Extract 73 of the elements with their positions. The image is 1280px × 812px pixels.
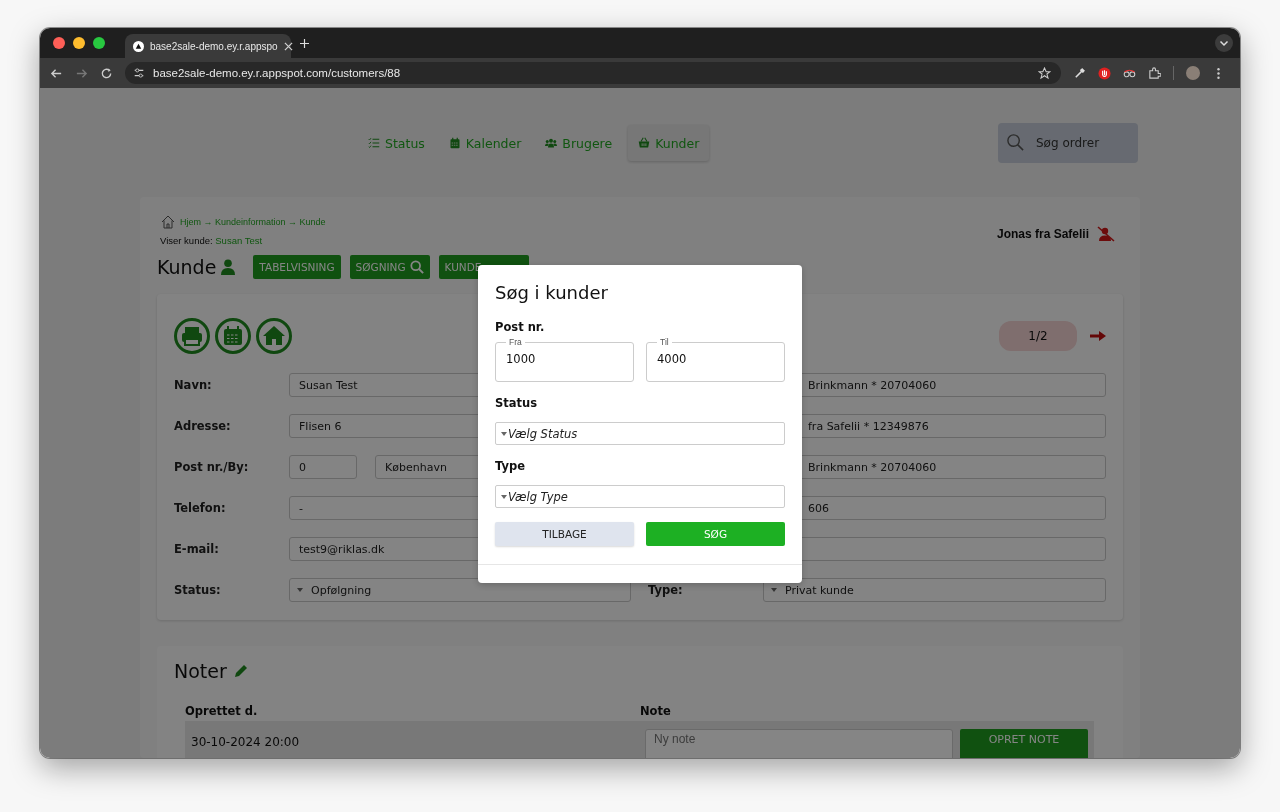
person-icon	[221, 259, 236, 275]
field-label: Post nr.	[495, 320, 546, 336]
postcode-field[interactable]: Til 4000	[646, 337, 785, 382]
order-search-field[interactable]: Søg ordrer	[998, 123, 1138, 163]
tab-title: base2sale-demo.ey.r.appspo	[150, 40, 278, 52]
pencil-icon[interactable]	[232, 663, 249, 679]
tab-list-icon[interactable]	[1215, 34, 1233, 52]
postcode-field[interactable]: Fra 1000	[495, 337, 634, 382]
type-dropdown[interactable]: Vælg Type	[495, 485, 785, 508]
field-label: Status	[495, 396, 539, 412]
caret-icon	[771, 588, 777, 592]
maximize-window-button[interactable]	[93, 37, 105, 49]
close-tab-icon[interactable]	[283, 41, 293, 51]
field-label: Status:	[174, 583, 222, 597]
search-icon	[1006, 133, 1025, 152]
field-label: Til	[659, 337, 670, 347]
profile-avatar[interactable]	[1186, 66, 1200, 80]
viewing-label: Viser kunde:	[160, 235, 213, 246]
user-name: Jonas fra Safelii	[996, 226, 1089, 241]
users-icon	[545, 137, 558, 149]
postcode-input[interactable]: 1000	[506, 352, 623, 366]
bookmark-star-icon[interactable]	[1038, 66, 1051, 80]
field-label: Telefon:	[174, 501, 227, 515]
house-icon	[160, 214, 176, 230]
table-cell-text: 30-10-2024 20:00	[191, 734, 301, 751]
postcode-input[interactable]: 4000	[657, 352, 774, 366]
list-icon	[368, 137, 380, 149]
toolbar-button[interactable]: SØGNING	[349, 255, 430, 279]
calendar-icon[interactable]	[215, 318, 251, 354]
reload-icon[interactable]	[100, 66, 113, 80]
caret-icon	[297, 588, 303, 592]
new-tab-icon[interactable]	[300, 38, 309, 48]
breadcrumb: Hjem → Kundeinformation → Kunde	[180, 217, 326, 227]
column-header: Oprettet d.	[185, 704, 259, 718]
caret-icon	[501, 431, 507, 436]
status-dropdown[interactable]: Vælg Status	[495, 422, 785, 445]
printer-icon[interactable]	[174, 318, 210, 354]
field-label: Navn:	[174, 378, 213, 392]
calendar-icon	[448, 137, 461, 149]
search-icon	[409, 260, 424, 274]
search-button[interactable]: SØG	[646, 522, 785, 546]
field-label: Type	[495, 459, 526, 475]
browser-tab[interactable]: base2sale-demo.ey.r.appspo	[125, 34, 291, 58]
site-icon	[133, 40, 144, 52]
basket-icon	[638, 137, 651, 149]
puzzle-icon[interactable]	[1148, 66, 1161, 80]
page-title: Kunde	[157, 256, 217, 278]
next-arrow-icon[interactable]	[1090, 330, 1106, 342]
text-field[interactable]: 0	[289, 455, 357, 479]
user-slash-icon[interactable]	[1097, 225, 1115, 242]
field-label: Adresse:	[174, 419, 232, 433]
eyedropper-icon[interactable]	[1073, 66, 1086, 80]
field-label: E-mail:	[174, 542, 220, 556]
field-label: Type:	[648, 583, 684, 597]
field-label: Fra	[508, 337, 523, 347]
dialog-title: Søg i kunder	[495, 282, 609, 305]
url-text: base2sale-demo.ey.r.appspot.com/customers/88	[153, 67, 401, 79]
create-note-button[interactable]: OPRET NOTE	[960, 729, 1088, 758]
note-input[interactable]: Ny note	[645, 729, 953, 758]
field-label: Post nr./By:	[174, 460, 250, 474]
record-counter: 1/2	[999, 321, 1077, 351]
extension-icon[interactable]	[1098, 66, 1111, 80]
minimize-window-button[interactable]	[73, 37, 85, 49]
house-icon[interactable]	[256, 318, 292, 354]
back-button[interactable]: TILBAGE	[495, 522, 634, 546]
address-bar[interactable]: base2sale-demo.ey.r.appspot.com/customers/88	[125, 62, 1061, 84]
dropdown[interactable]: Privat kunde	[763, 578, 1106, 602]
toolbar-button[interactable]: TABELVISNING	[253, 255, 341, 279]
section-title: Noter	[174, 660, 227, 682]
site-settings-icon[interactable]	[133, 67, 145, 79]
caret-icon	[501, 494, 507, 499]
close-window-button[interactable]	[53, 37, 65, 49]
column-header: Note	[640, 704, 672, 718]
